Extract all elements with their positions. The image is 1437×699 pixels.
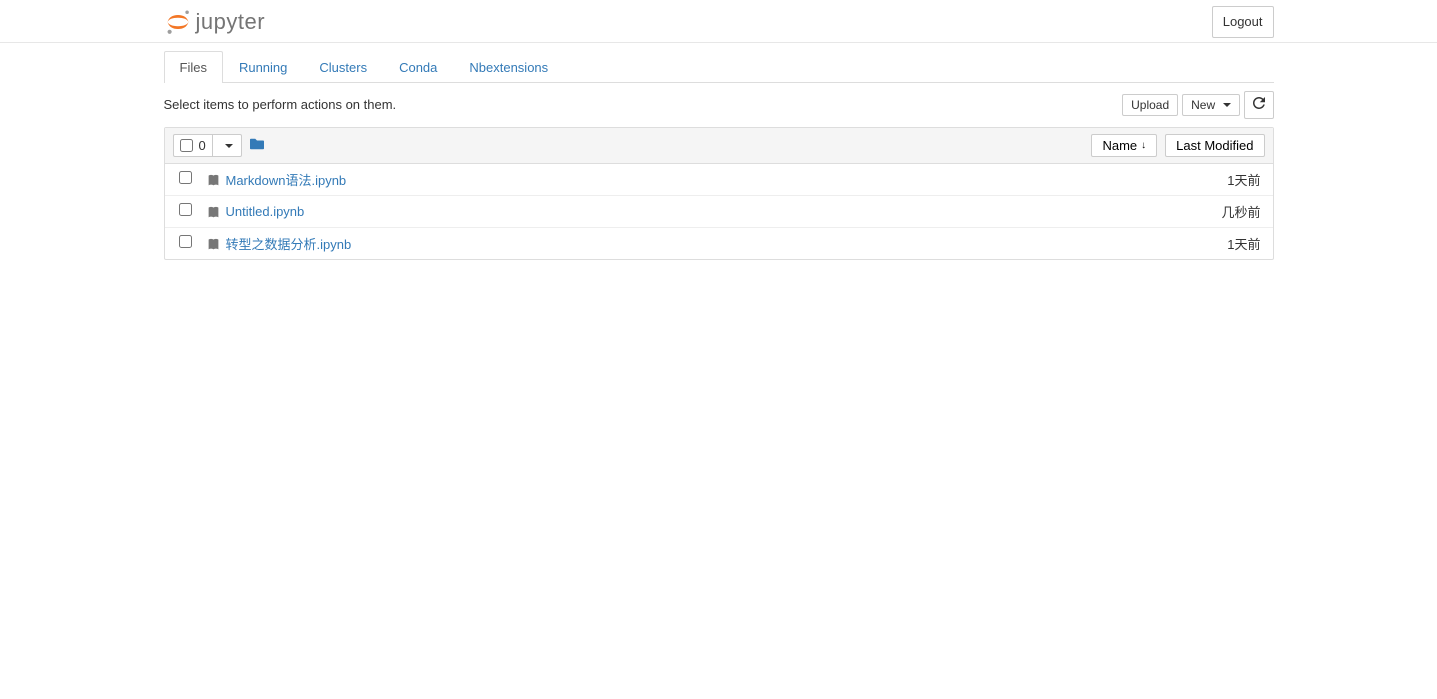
tab-files[interactable]: Files: [164, 51, 223, 83]
logout-button[interactable]: Logout: [1212, 6, 1274, 38]
select-all-group: 0: [173, 134, 242, 157]
folder-icon: [250, 137, 264, 151]
refresh-icon: [1253, 97, 1265, 109]
select-dropdown[interactable]: [212, 135, 241, 156]
notebook-icon: [207, 171, 220, 186]
row-checkbox[interactable]: [179, 235, 192, 248]
sort-name-button[interactable]: Name ↓: [1091, 134, 1157, 157]
sort-name-label: Name: [1102, 138, 1137, 153]
jupyter-logo[interactable]: jupyter: [164, 8, 266, 36]
file-modified: 几秒前: [1221, 202, 1264, 221]
toolbar: Select items to perform actions on them.…: [164, 83, 1274, 127]
file-modified: 1天前: [1227, 170, 1264, 189]
notebook-icon: [207, 235, 220, 250]
jupyter-logo-text: jupyter: [196, 9, 266, 35]
list-item: 转型之数据分析.ipynb 1天前: [165, 228, 1273, 259]
caret-down-icon: [225, 144, 233, 148]
notebook-icon: [207, 203, 220, 218]
list-item: Untitled.ipynb 几秒前: [165, 196, 1273, 228]
upload-button[interactable]: Upload: [1122, 94, 1178, 116]
file-link[interactable]: Markdown语法.ipynb: [226, 170, 347, 189]
row-checkbox[interactable]: [179, 203, 192, 216]
select-all-checkbox[interactable]: [180, 139, 193, 152]
list-item: Markdown语法.ipynb 1天前: [165, 164, 1273, 196]
selected-count: 0: [199, 138, 206, 153]
new-button[interactable]: New: [1182, 94, 1239, 116]
toolbar-hint: Select items to perform actions on them.: [164, 97, 397, 112]
file-list: 0 Name ↓ Last Modified: [164, 127, 1274, 260]
tab-running[interactable]: Running: [223, 51, 303, 83]
tab-clusters[interactable]: Clusters: [303, 51, 383, 83]
list-header: 0 Name ↓ Last Modified: [165, 128, 1273, 164]
tab-nbextensions[interactable]: Nbextensions: [453, 51, 564, 83]
caret-down-icon: [1223, 103, 1231, 107]
breadcrumb-home[interactable]: [250, 137, 264, 154]
jupyter-logo-icon: [164, 8, 192, 36]
file-modified: 1天前: [1227, 234, 1264, 253]
tab-conda[interactable]: Conda: [383, 51, 453, 83]
tabs: Files Running Clusters Conda Nbextension…: [164, 51, 1274, 83]
arrow-down-icon: ↓: [1141, 140, 1146, 151]
new-button-label: New: [1191, 98, 1215, 112]
file-link[interactable]: 转型之数据分析.ipynb: [226, 234, 352, 253]
row-checkbox[interactable]: [179, 171, 192, 184]
file-link[interactable]: Untitled.ipynb: [226, 204, 305, 219]
header: jupyter Logout: [0, 0, 1437, 43]
sort-modified-button[interactable]: Last Modified: [1165, 134, 1264, 157]
refresh-button[interactable]: [1244, 91, 1274, 119]
